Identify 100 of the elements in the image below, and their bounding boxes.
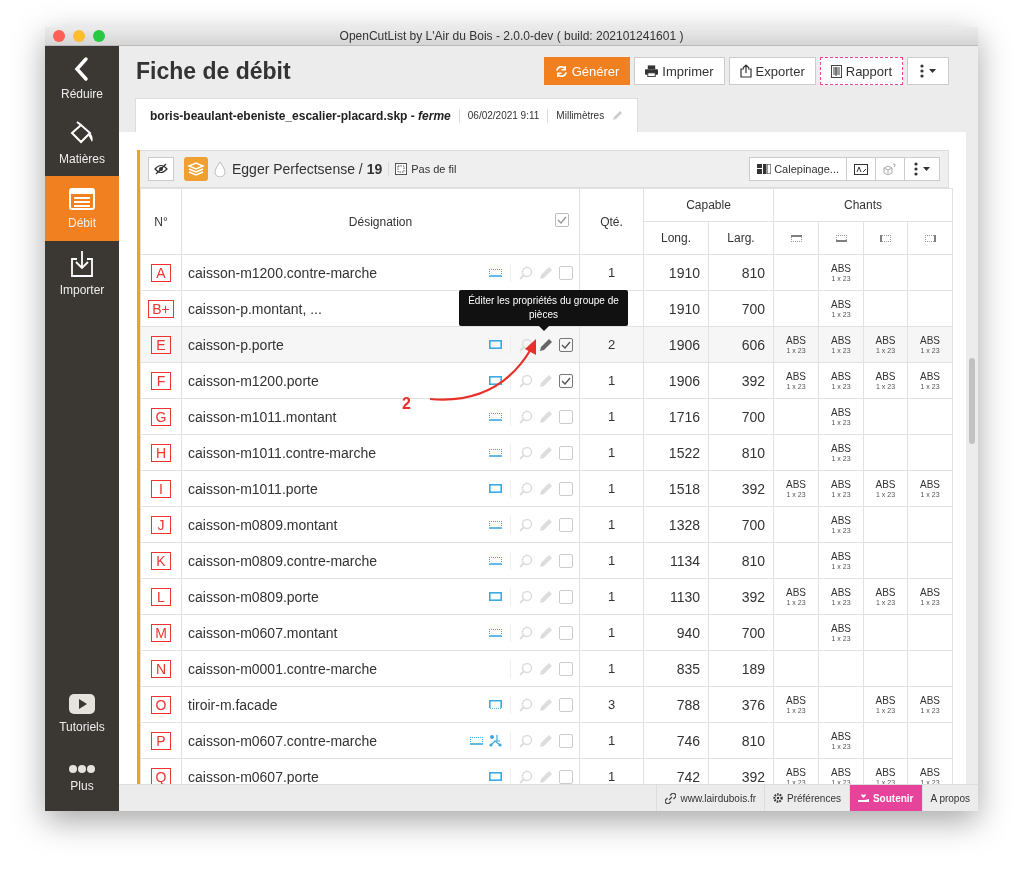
width-value: 810 bbox=[741, 732, 765, 749]
label-icon bbox=[854, 163, 868, 175]
close-button[interactable] bbox=[53, 30, 65, 42]
row-checkbox[interactable] bbox=[559, 265, 573, 280]
width-value: 810 bbox=[741, 264, 765, 281]
width-value: 392 bbox=[741, 372, 765, 389]
panel-icon bbox=[489, 376, 502, 385]
search-icon[interactable] bbox=[519, 337, 533, 352]
panel-icon bbox=[489, 484, 502, 493]
length-value: 1716 bbox=[668, 408, 700, 425]
length-value: 1906 bbox=[668, 372, 700, 389]
edge-band-icon bbox=[470, 736, 483, 745]
scrollbar[interactable] bbox=[969, 358, 975, 444]
panel-icon bbox=[489, 592, 502, 601]
sidebar-item[interactable]: Tutoriels bbox=[45, 681, 119, 746]
row-checkbox[interactable] bbox=[559, 517, 573, 532]
select-all-checkbox[interactable] bbox=[555, 213, 569, 227]
edge-material: ABS bbox=[830, 299, 852, 310]
layout-button[interactable]: Calepinage... bbox=[749, 157, 847, 181]
quantity: 1 bbox=[607, 517, 616, 532]
refresh-icon bbox=[554, 64, 568, 78]
sidebar-item[interactable]: Matières bbox=[45, 111, 119, 176]
minimize-button[interactable] bbox=[73, 30, 85, 42]
hide-button[interactable] bbox=[148, 157, 174, 181]
row-checkbox[interactable] bbox=[559, 697, 573, 712]
pencil-icon[interactable] bbox=[539, 337, 553, 352]
width-value: 606 bbox=[741, 336, 765, 353]
edge-material: ABS bbox=[830, 443, 852, 454]
row-checkbox[interactable] bbox=[559, 625, 573, 640]
quantity: 1 bbox=[607, 445, 616, 460]
edge-material: ABS bbox=[830, 587, 852, 598]
column-header: Chants bbox=[844, 198, 883, 212]
row-checkbox[interactable] bbox=[559, 733, 573, 748]
import-icon bbox=[69, 250, 95, 278]
width-value: 700 bbox=[741, 300, 765, 317]
edge-material: ABS bbox=[919, 767, 942, 778]
edge-material: ABS bbox=[874, 371, 897, 382]
sidebar-item[interactable]: Importer bbox=[45, 241, 119, 306]
toolbar-button[interactable]: Imprimer bbox=[634, 57, 725, 85]
quantity: 1 bbox=[607, 769, 616, 784]
edge-material: ABS bbox=[874, 767, 897, 778]
edge-band-icon bbox=[489, 268, 502, 277]
edge-left-icon bbox=[880, 235, 891, 242]
more-menu-button[interactable] bbox=[904, 157, 940, 181]
column-header: Larg. bbox=[727, 231, 755, 245]
quantity: 1 bbox=[607, 589, 616, 604]
zoom-button[interactable] bbox=[93, 30, 105, 42]
part-number: M bbox=[151, 623, 171, 642]
file-tab[interactable]: boris-beaulant-ebeniste_escalier-placard.skp - ferme 06/02/2021 9:11 Millimètres bbox=[135, 98, 639, 132]
more-icon bbox=[68, 764, 96, 774]
row-checkbox[interactable] bbox=[559, 445, 573, 460]
edge-material: ABS bbox=[830, 551, 852, 562]
length-value: 835 bbox=[676, 660, 700, 677]
edge-top-icon bbox=[790, 235, 802, 242]
labels-button[interactable] bbox=[846, 157, 876, 181]
length-value: 742 bbox=[676, 768, 700, 784]
row-checkbox[interactable] bbox=[559, 769, 573, 784]
tooltip-pointer bbox=[538, 326, 549, 331]
row-checkbox[interactable] bbox=[559, 553, 573, 568]
tooltip: Éditer les propriétés du groupe de pièces bbox=[459, 290, 628, 326]
sidebar-item[interactable]: Réduire bbox=[45, 46, 119, 111]
row-checkbox[interactable] bbox=[559, 589, 573, 604]
nodes-icon bbox=[489, 734, 502, 747]
list-icon bbox=[68, 187, 96, 211]
length-value: 788 bbox=[676, 696, 700, 713]
sidebar-item[interactable]: Plus bbox=[45, 746, 119, 811]
quantity: 1 bbox=[607, 265, 616, 280]
length-value: 1134 bbox=[669, 552, 700, 569]
width-value: 392 bbox=[741, 480, 765, 497]
edge-material: ABS bbox=[785, 587, 807, 598]
panel-icon bbox=[489, 700, 502, 709]
width-value: 810 bbox=[741, 444, 765, 461]
layout-icon bbox=[757, 164, 772, 174]
edge-material: ABS bbox=[830, 731, 852, 742]
width-value: 189 bbox=[741, 660, 765, 677]
width-value: 700 bbox=[741, 516, 765, 533]
toolbar-button[interactable]: Exporter bbox=[728, 57, 816, 85]
edge-band-icon bbox=[489, 520, 502, 529]
edge-material: ABS bbox=[919, 335, 942, 346]
material-name: Egger Perfectsense / 19 bbox=[232, 161, 383, 177]
edge-band-icon bbox=[489, 448, 502, 457]
length-value: 1522 bbox=[668, 444, 700, 461]
edge-material: ABS bbox=[830, 335, 852, 346]
row-checkbox[interactable] bbox=[559, 481, 573, 496]
edge-material: ABS bbox=[919, 479, 942, 490]
width-value: 700 bbox=[741, 408, 765, 425]
row-checkbox[interactable] bbox=[559, 409, 573, 424]
quantity: 1 bbox=[607, 373, 616, 388]
toolbar-button[interactable]: Rapport bbox=[819, 57, 903, 85]
row-checkbox[interactable] bbox=[559, 337, 573, 352]
support-button[interactable]: Soutenir bbox=[848, 785, 922, 811]
length-value: 1906 bbox=[668, 336, 700, 353]
column-header: Désignation bbox=[348, 214, 413, 229]
row-checkbox[interactable] bbox=[559, 661, 573, 676]
row-checkbox[interactable] bbox=[559, 373, 573, 388]
menu-icon bbox=[912, 162, 932, 176]
width-value: 392 bbox=[741, 768, 765, 784]
edge-band-icon bbox=[489, 628, 502, 637]
edge-band-icon bbox=[489, 556, 502, 565]
length-value: 1910 bbox=[668, 300, 700, 317]
